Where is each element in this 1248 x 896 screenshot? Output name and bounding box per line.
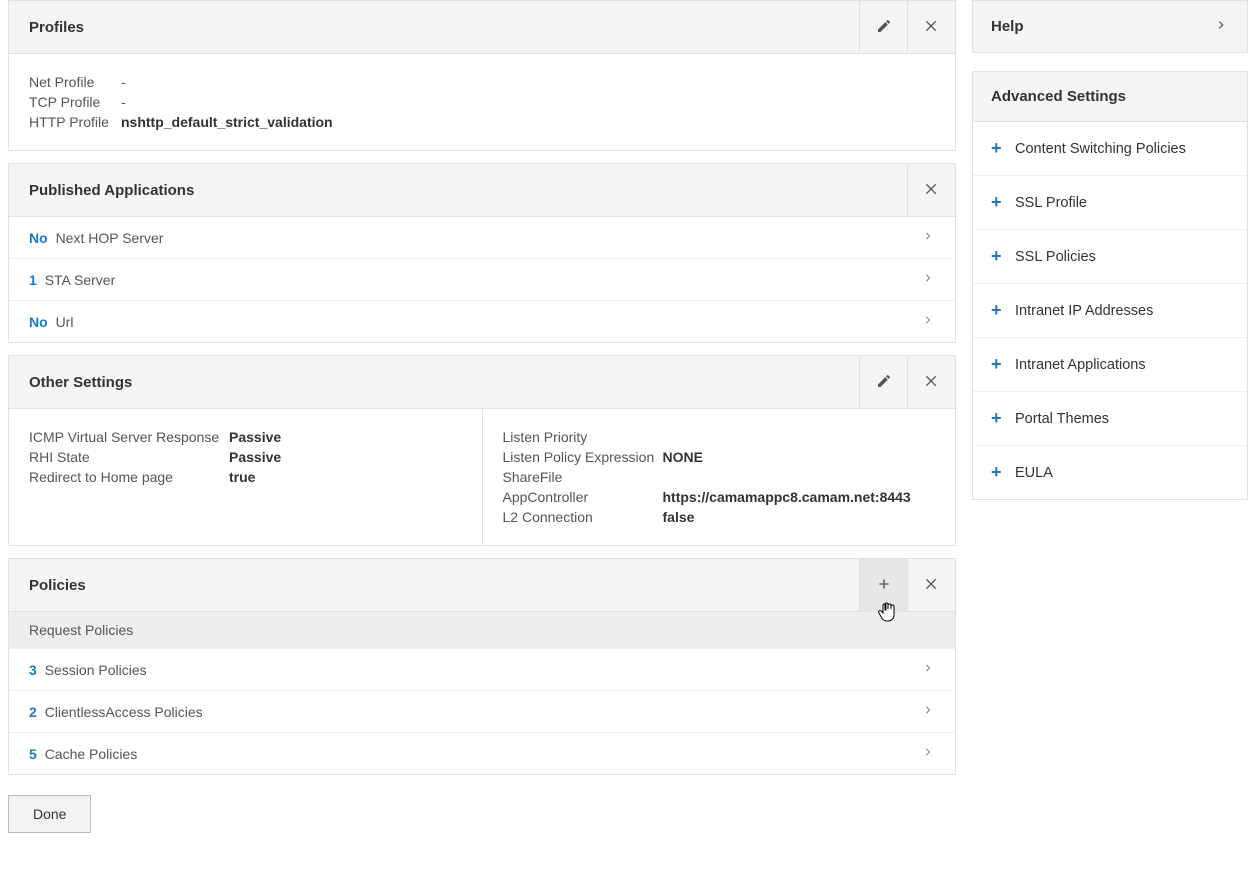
rhi-state-label: RHI State	[29, 449, 229, 465]
published-apps-panel: Published Applications No Next HOP Serve…	[8, 163, 956, 343]
row-count: 2	[29, 704, 37, 720]
chevron-right-icon	[921, 271, 935, 288]
plus-icon: +	[991, 138, 1015, 159]
policies-row[interactable]: 3 Session Policies	[9, 648, 955, 690]
appcontroller-value: https://camamappc8.camam.net:8443	[663, 489, 911, 505]
adv-item-ssl-profile[interactable]: +SSL Profile	[973, 176, 1247, 230]
sharefile-label: ShareFile	[503, 469, 663, 485]
close-icon	[924, 18, 940, 37]
row-label: Session Policies	[45, 662, 147, 678]
adv-item-label: SSL Policies	[1015, 249, 1096, 265]
plus-icon: +	[991, 462, 1015, 483]
row-label: Url	[56, 314, 74, 330]
profiles-title: Profiles	[9, 3, 859, 52]
other-settings-edit-button[interactable]	[859, 356, 907, 408]
plus-icon: +	[991, 246, 1015, 267]
row-count: 3	[29, 662, 37, 678]
adv-item-eula[interactable]: +EULA	[973, 446, 1247, 499]
published-apps-row[interactable]: No Url	[9, 300, 955, 342]
chevron-right-icon	[921, 703, 935, 720]
plus-icon	[876, 576, 892, 595]
adv-item-intranet-applications[interactable]: +Intranet Applications	[973, 338, 1247, 392]
l2-connection-value: false	[663, 509, 695, 525]
adv-item-label: Portal Themes	[1015, 411, 1109, 427]
plus-icon: +	[991, 300, 1015, 321]
http-profile-label: HTTP Profile	[29, 114, 121, 130]
adv-item-portal-themes[interactable]: +Portal Themes	[973, 392, 1247, 446]
adv-item-label: EULA	[1015, 465, 1053, 481]
rhi-state-value: Passive	[229, 449, 281, 465]
chevron-right-icon	[921, 229, 935, 246]
done-button[interactable]: Done	[8, 795, 91, 833]
adv-item-ssl-policies[interactable]: +SSL Policies	[973, 230, 1247, 284]
adv-item-content-switching-policies[interactable]: +Content Switching Policies	[973, 122, 1247, 176]
icmp-vsr-value: Passive	[229, 429, 281, 445]
row-label: Cache Policies	[45, 746, 138, 762]
icmp-vsr-label: ICMP Virtual Server Response	[29, 429, 229, 445]
published-apps-row[interactable]: 1 STA Server	[9, 258, 955, 300]
profiles-close-button[interactable]	[907, 1, 955, 53]
close-icon	[924, 576, 940, 595]
plus-icon: +	[991, 354, 1015, 375]
row-count: No	[29, 314, 48, 330]
net-profile-value: -	[121, 74, 126, 90]
profiles-panel: Profiles Net Profile- TCP Profile- HTTP …	[8, 0, 956, 151]
adv-item-label: SSL Profile	[1015, 195, 1087, 211]
policies-add-button[interactable]	[859, 559, 907, 611]
chevron-right-icon	[921, 661, 935, 678]
published-apps-title: Published Applications	[9, 166, 907, 215]
row-count: 1	[29, 272, 37, 288]
row-label: ClientlessAccess Policies	[45, 704, 203, 720]
adv-item-label: Content Switching Policies	[1015, 141, 1186, 157]
plus-icon: +	[991, 408, 1015, 429]
policies-row[interactable]: 5 Cache Policies	[9, 732, 955, 774]
listen-priority-label: Listen Priority	[503, 429, 663, 445]
policies-panel: Policies Request Policies 3 Session Poli…	[8, 558, 956, 775]
net-profile-label: Net Profile	[29, 74, 121, 90]
close-icon	[924, 181, 940, 200]
http-profile-value: nshttp_default_strict_validation	[121, 114, 333, 130]
chevron-right-icon	[921, 313, 935, 330]
other-settings-close-button[interactable]	[907, 356, 955, 408]
row-label: Next HOP Server	[56, 230, 164, 246]
adv-item-label: Intranet IP Addresses	[1015, 303, 1153, 319]
adv-item-label: Intranet Applications	[1015, 357, 1146, 373]
policies-close-button[interactable]	[907, 559, 955, 611]
advanced-settings-title: Advanced Settings	[973, 72, 1247, 122]
tcp-profile-value: -	[121, 94, 126, 110]
row-count: No	[29, 230, 48, 246]
policies-title: Policies	[9, 561, 859, 610]
published-apps-close-button[interactable]	[907, 164, 955, 216]
policies-row[interactable]: 2 ClientlessAccess Policies	[9, 690, 955, 732]
published-apps-row[interactable]: No Next HOP Server	[9, 217, 955, 258]
help-title: Help	[991, 18, 1213, 35]
pencil-icon	[876, 18, 892, 37]
adv-item-intranet-ip-addresses[interactable]: +Intranet IP Addresses	[973, 284, 1247, 338]
redirect-home-label: Redirect to Home page	[29, 469, 229, 485]
chevron-right-icon	[1213, 17, 1229, 36]
advanced-settings-panel: Advanced Settings +Content Switching Pol…	[972, 71, 1248, 500]
policies-subheader: Request Policies	[9, 612, 955, 648]
chevron-right-icon	[921, 745, 935, 762]
close-icon	[924, 373, 940, 392]
listen-policy-expr-value: NONE	[663, 449, 703, 465]
listen-policy-expr-label: Listen Policy Expression	[503, 449, 663, 465]
other-settings-title: Other Settings	[9, 358, 859, 407]
redirect-home-value: true	[229, 469, 255, 485]
appcontroller-label: AppController	[503, 489, 663, 505]
profiles-edit-button[interactable]	[859, 1, 907, 53]
other-settings-panel: Other Settings ICMP Virtual Server Respo…	[8, 355, 956, 546]
pencil-icon	[876, 373, 892, 392]
row-count: 5	[29, 746, 37, 762]
row-label: STA Server	[45, 272, 116, 288]
help-panel[interactable]: Help	[972, 0, 1248, 53]
tcp-profile-label: TCP Profile	[29, 94, 121, 110]
l2-connection-label: L2 Connection	[503, 509, 663, 525]
plus-icon: +	[991, 192, 1015, 213]
